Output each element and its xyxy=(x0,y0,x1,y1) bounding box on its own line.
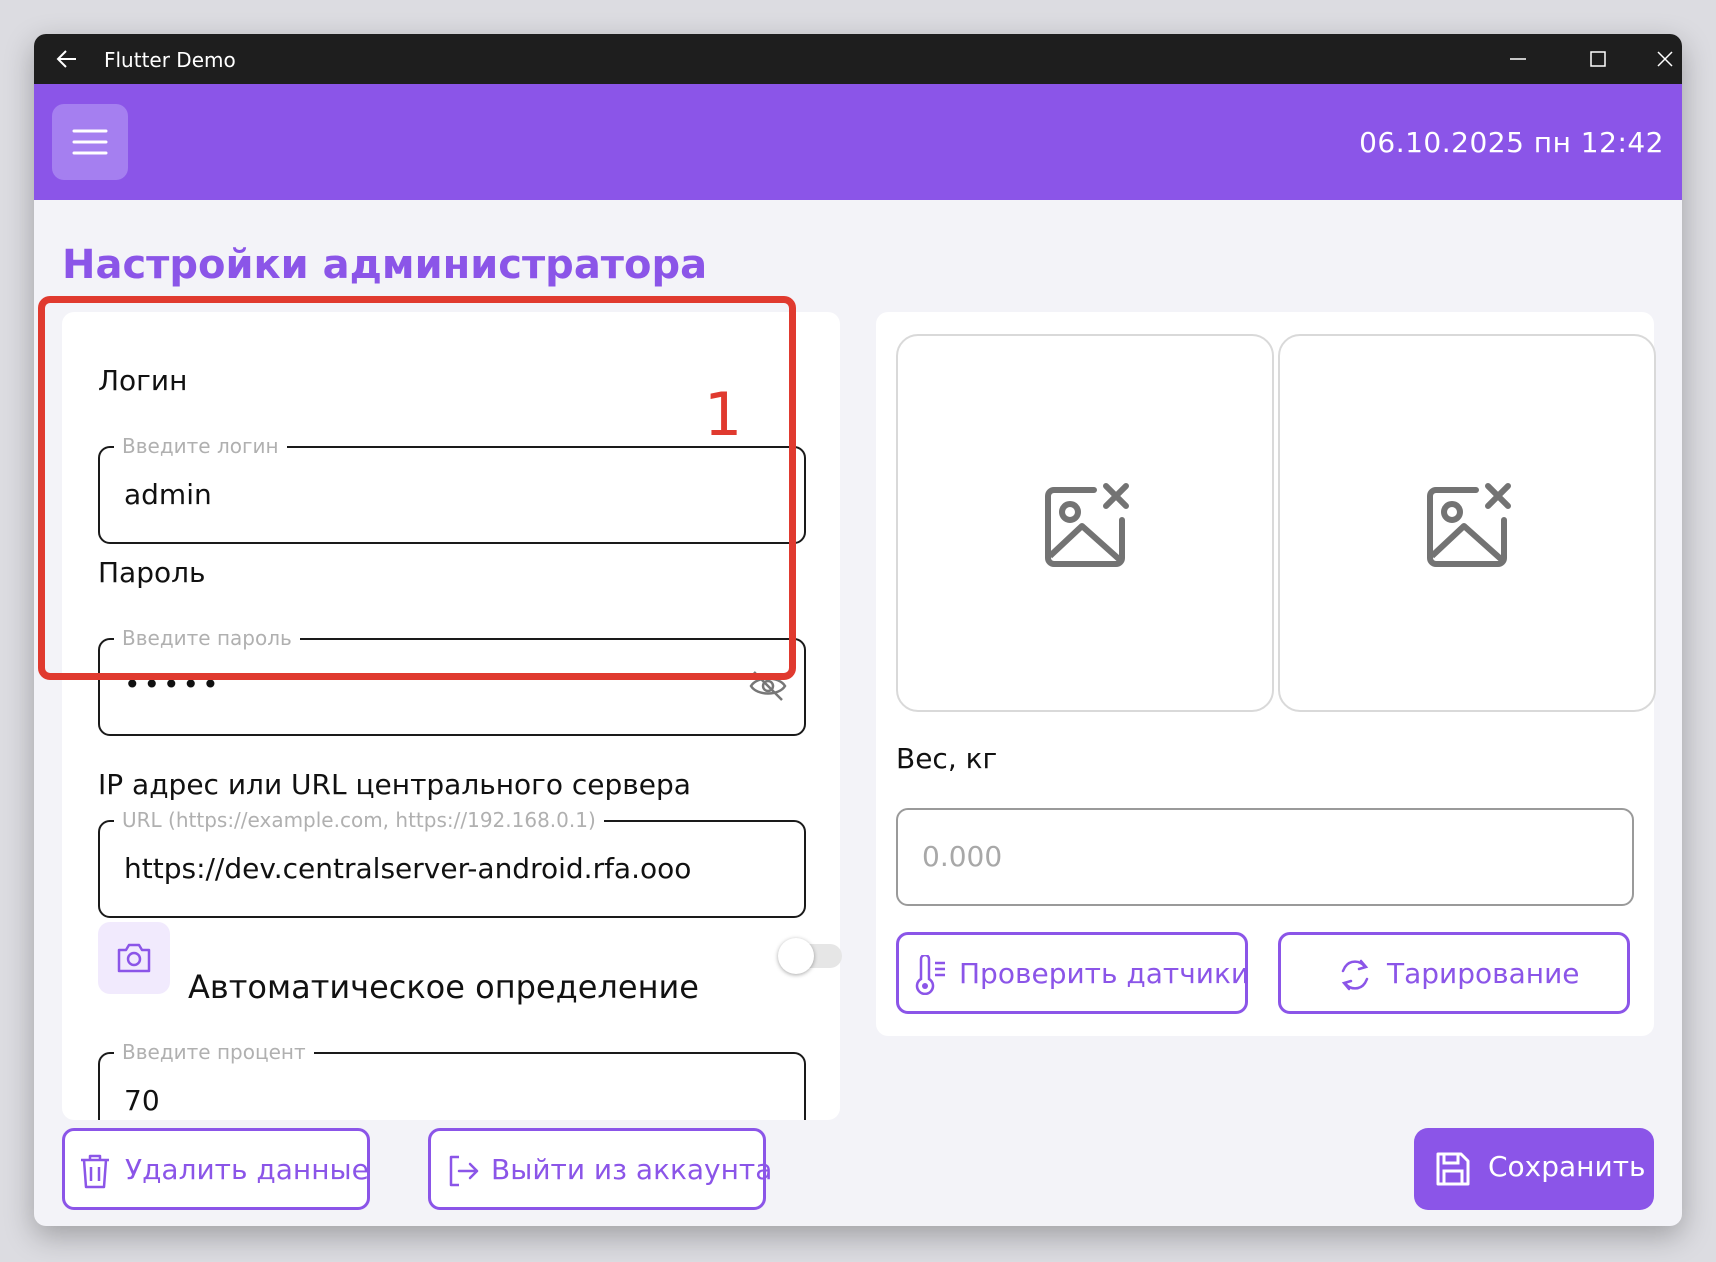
image-slot-2[interactable] xyxy=(1278,334,1656,712)
check-sensors-button[interactable]: Проверить датчики xyxy=(896,932,1250,1014)
server-label: IP адрес или URL центрального сервера xyxy=(98,768,691,801)
save-button[interactable]: Сохранить xyxy=(1414,1128,1654,1210)
datetime-display: 06.10.2025 пн 12:42 xyxy=(1359,126,1664,159)
close-icon[interactable] xyxy=(1648,38,1682,80)
percent-value: 70 xyxy=(124,1084,160,1117)
page-title: Настройки администратора xyxy=(62,242,708,288)
toggle-knob xyxy=(778,938,814,974)
check-sensors-label: Проверить датчики xyxy=(959,957,1250,990)
camera-button[interactable] xyxy=(98,922,170,994)
delete-data-label: Удалить данные xyxy=(125,1153,369,1186)
app-bar: 06.10.2025 пн 12:42 xyxy=(34,84,1682,200)
auto-detect-label: Автоматическое определение xyxy=(188,968,699,1006)
title-bar: Flutter Demo xyxy=(34,34,1682,84)
trash-icon xyxy=(81,1154,109,1189)
delete-data-button[interactable]: Удалить данные xyxy=(62,1128,370,1210)
percent-field[interactable]: Введите процент 70 xyxy=(98,1040,806,1120)
taring-button[interactable]: Тарирование xyxy=(1278,932,1630,1014)
menu-button[interactable] xyxy=(52,104,128,180)
save-label: Сохранить xyxy=(1488,1150,1646,1183)
image-missing-icon xyxy=(1427,483,1511,567)
hamburger-icon xyxy=(72,129,108,155)
percent-placeholder: Введите процент xyxy=(114,1040,314,1064)
server-placeholder: URL (https://example.com, https://192.16… xyxy=(114,808,604,832)
maximize-icon[interactable] xyxy=(1568,38,1628,80)
weight-label: Вес, кг xyxy=(896,742,998,775)
thermometer-icon xyxy=(915,955,945,995)
refresh-icon xyxy=(1341,959,1369,991)
image-missing-icon xyxy=(1045,483,1129,567)
server-url-value: https://dev.centralserver-android.rfa.oo… xyxy=(124,852,692,885)
save-icon xyxy=(1436,1152,1470,1186)
logout-icon xyxy=(449,1155,479,1187)
camera-icon xyxy=(117,943,151,973)
logout-button[interactable]: Выйти из аккаунта xyxy=(428,1128,772,1210)
annotation-marker: 1 xyxy=(704,380,743,450)
weight-placeholder: 0.000 xyxy=(922,840,1003,873)
server-url-field[interactable]: URL (https://example.com, https://192.16… xyxy=(98,808,806,918)
back-arrow-icon[interactable] xyxy=(52,42,82,76)
logout-label: Выйти из аккаунта xyxy=(491,1153,773,1186)
window-title: Flutter Demo xyxy=(104,48,236,72)
image-slot-1[interactable] xyxy=(896,334,1274,712)
weight-field[interactable]: 0.000 xyxy=(896,808,1634,906)
annotation-highlight-box xyxy=(38,296,796,680)
taring-label: Тарирование xyxy=(1387,957,1580,990)
minimize-icon[interactable] xyxy=(1488,38,1548,80)
